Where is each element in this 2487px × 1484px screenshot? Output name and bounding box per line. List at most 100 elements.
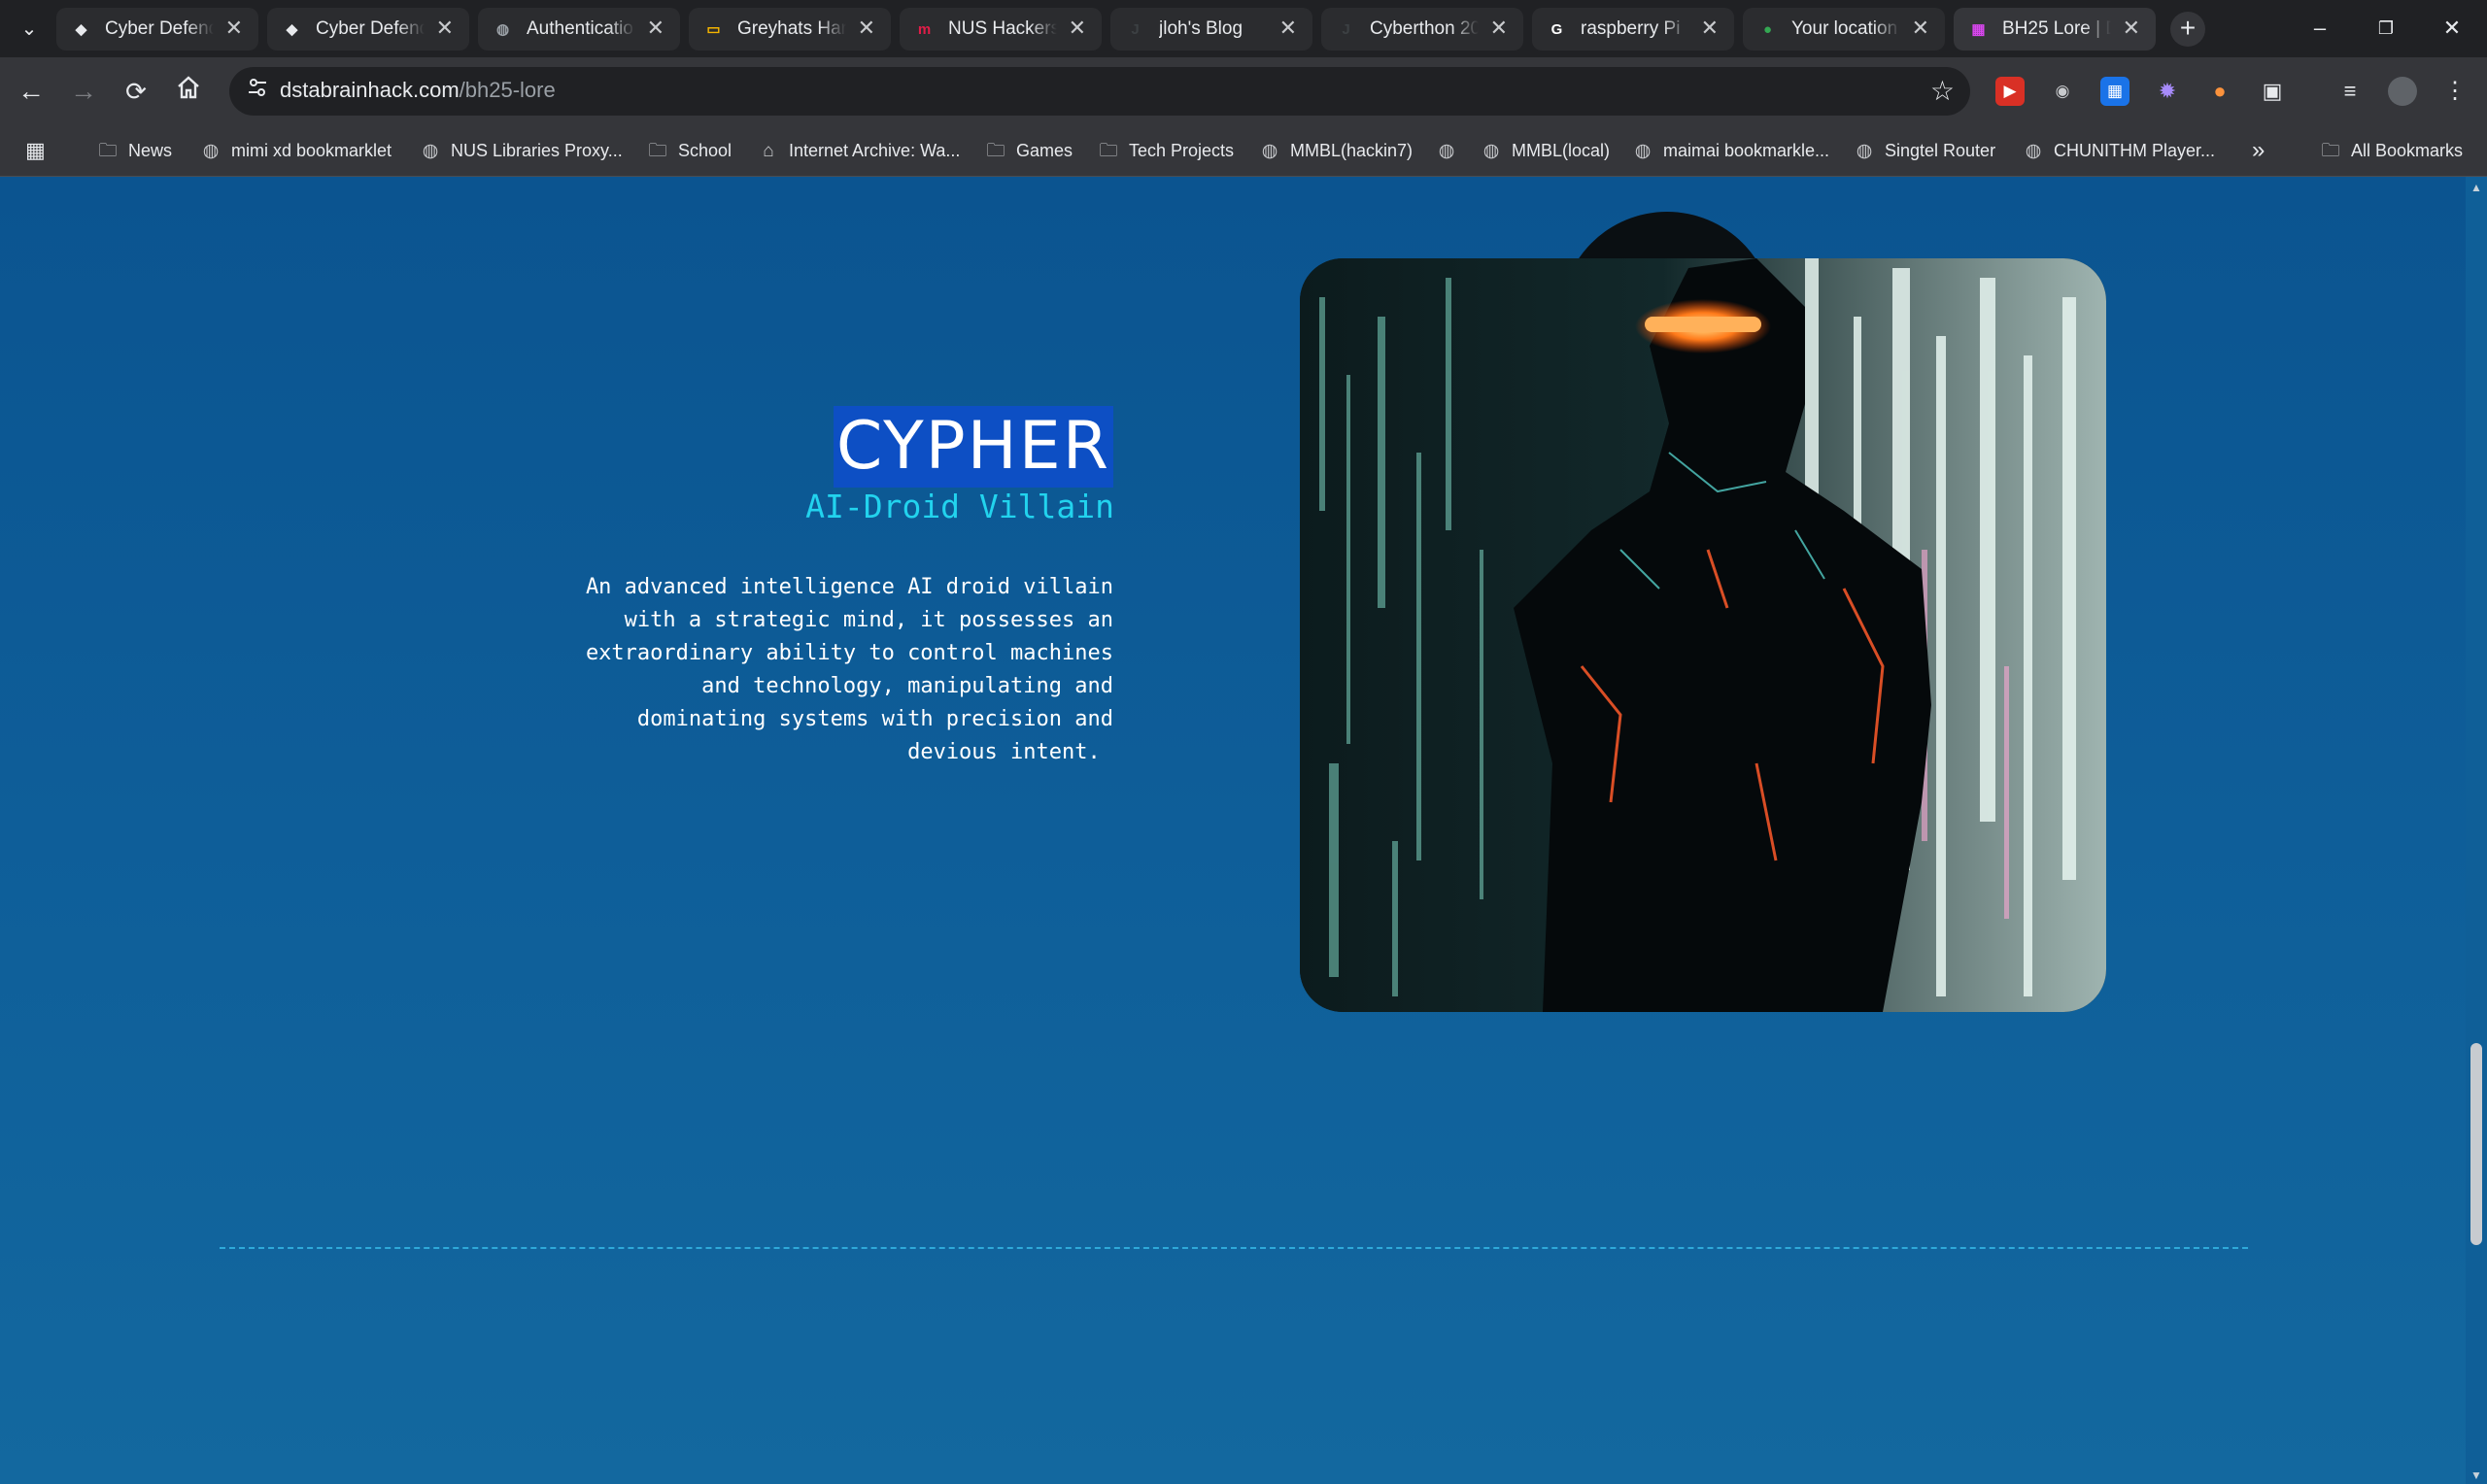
flame-extension-icon[interactable]: ● bbox=[2205, 77, 2234, 106]
description-line: An advanced intelligence AI droid villai… bbox=[585, 575, 1113, 599]
address-bar[interactable]: dstabrainhack.com/bh25-lore ☆ bbox=[229, 67, 1970, 116]
tab-5[interactable]: Jjloh's Blog ✕ bbox=[1110, 8, 1312, 51]
bookmark-item[interactable]: 🗀 Tech Projects bbox=[1098, 137, 1234, 164]
scroll-thumb[interactable] bbox=[2470, 1043, 2482, 1245]
tab-2[interactable]: ◍ Authenticatio ✕ bbox=[478, 8, 680, 51]
globe-icon: ◍ bbox=[422, 141, 439, 161]
apps-grid-icon[interactable]: ▦ bbox=[25, 137, 46, 164]
tab-close-icon[interactable]: ✕ bbox=[1279, 16, 1297, 41]
bookmark-item[interactable]: 🗀 School bbox=[647, 137, 732, 164]
camera-extension-icon[interactable]: ◉ bbox=[2048, 77, 2077, 106]
url-domain: dstabrainhack.com bbox=[280, 78, 460, 102]
tab-0[interactable]: ◆ Cyber Defend ✕ bbox=[56, 8, 258, 51]
folder-icon: 🗀 bbox=[98, 141, 118, 161]
description-line: and technology, manipulating and bbox=[701, 674, 1113, 698]
tab-8[interactable]: ● Your location ✕ bbox=[1743, 8, 1945, 51]
tab-close-icon[interactable]: ✕ bbox=[647, 16, 664, 41]
bookmark-label: mimi xd bookmarklet bbox=[231, 141, 392, 160]
description-line: dominating systems with precision and bbox=[636, 707, 1113, 731]
globe-icon: ◍ bbox=[1634, 141, 1652, 161]
tab-close-icon[interactable]: ✕ bbox=[225, 16, 243, 41]
tab-title: Your location bbox=[1791, 18, 1898, 39]
section-divider bbox=[220, 1247, 2248, 1249]
bookmark-item[interactable]: ◍ mimi xd bookmarklet bbox=[200, 137, 392, 164]
tab-title: BH25 Lore | D bbox=[2002, 18, 2111, 39]
restore-button[interactable]: ❐ bbox=[2357, 10, 2415, 47]
extensions-puzzle-icon[interactable]: ▣ bbox=[2258, 77, 2287, 106]
profile-avatar[interactable] bbox=[2388, 77, 2417, 106]
tab-7[interactable]: Graspberry Pi ✕ bbox=[1532, 8, 1734, 51]
scroll-up-arrow[interactable]: ▲ bbox=[2470, 181, 2482, 194]
bookmark-item[interactable]: ◍ NUS Libraries Proxy... bbox=[420, 137, 623, 164]
maps-icon: ● bbox=[1762, 21, 1773, 38]
google-icon: G bbox=[1550, 21, 1563, 38]
tab-9[interactable]: ▦ BH25 Lore | D ✕ bbox=[1954, 8, 2156, 51]
globe-icon: ◍ bbox=[2025, 141, 2042, 161]
tab-4[interactable]: m NUS Hackers ✕ bbox=[900, 8, 1102, 51]
folder-icon: 🗀 bbox=[1099, 141, 1118, 161]
site-info-icon[interactable] bbox=[243, 77, 272, 106]
minimize-button[interactable]: – bbox=[2291, 10, 2349, 47]
more-bookmarks-button[interactable]: » bbox=[2252, 137, 2265, 164]
youtube-extension-icon[interactable]: ▶ bbox=[1995, 77, 2025, 106]
archive-icon: ⌂ bbox=[763, 141, 774, 161]
bookmark-label: School bbox=[678, 141, 732, 160]
tab-title: NUS Hackers bbox=[948, 18, 1057, 39]
tab-3[interactable]: ▭ Greyhats Harc ✕ bbox=[689, 8, 891, 51]
bookmark-item[interactable]: ◍ bbox=[1436, 137, 1467, 164]
bookmark-item[interactable]: ◍ Singtel Router bbox=[1854, 137, 1995, 164]
tab-search-button[interactable]: ⌄ bbox=[10, 14, 49, 45]
tab-close-icon[interactable]: ✕ bbox=[1912, 16, 1929, 41]
bookmark-item[interactable]: ◍ MMBL(local) bbox=[1481, 137, 1610, 164]
tab-close-icon[interactable]: ✕ bbox=[2123, 16, 2140, 41]
bookmark-star-icon[interactable]: ☆ bbox=[1930, 75, 1955, 107]
browser-toolbar: ← → ⟳ dstabrainhack.com/bh25-lore ☆ ▶ ◉ … bbox=[0, 57, 2487, 125]
close-window-button[interactable]: ✕ bbox=[2423, 10, 2481, 47]
bookmark-label: Internet Archive: Wa... bbox=[789, 141, 961, 160]
bookmark-label: NUS Libraries Proxy... bbox=[451, 141, 623, 160]
folder-icon: 🗀 bbox=[986, 141, 1005, 161]
nus-icon: m bbox=[917, 21, 932, 38]
tab-close-icon[interactable]: ✕ bbox=[1490, 16, 1508, 41]
bookmark-label: CHUNITHM Player... bbox=[2054, 141, 2216, 160]
bh25-icon: ▦ bbox=[1971, 21, 1986, 38]
printer-extension-icon[interactable]: ▦ bbox=[2100, 77, 2129, 106]
page-scrollbar[interactable]: ▲ ▼ bbox=[2466, 177, 2487, 1484]
tab-title: raspberry Pi bbox=[1581, 18, 1681, 39]
cypher-portrait bbox=[1300, 258, 2106, 1012]
menu-kebab-icon[interactable]: ⋮ bbox=[2440, 77, 2470, 106]
folder-icon: 🗀 bbox=[2321, 141, 2340, 161]
scroll-down-arrow[interactable]: ▼ bbox=[2470, 1468, 2482, 1482]
tab-close-icon[interactable]: ✕ bbox=[1069, 16, 1086, 41]
home-button[interactable] bbox=[169, 72, 208, 111]
tab-6[interactable]: J Cyberthon 20 ✕ bbox=[1321, 8, 1523, 51]
tab-close-icon[interactable]: ✕ bbox=[1701, 16, 1719, 41]
bookmark-label: MMBL(local) bbox=[1512, 141, 1611, 160]
bookmark-label: Singtel Router bbox=[1885, 141, 1996, 160]
new-tab-button[interactable]: + bbox=[2170, 12, 2205, 47]
bookmark-item[interactable]: ⌂ Internet Archive: Wa... bbox=[758, 137, 960, 164]
shield-icon: ◆ bbox=[75, 21, 87, 38]
tab-1[interactable]: ◆ Cyber Defend ✕ bbox=[267, 8, 469, 51]
tab-close-icon[interactable]: ✕ bbox=[436, 16, 454, 41]
bookmark-item[interactable]: 🗀 News bbox=[97, 137, 172, 164]
url-text[interactable]: dstabrainhack.com/bh25-lore bbox=[280, 78, 556, 103]
tab-close-icon[interactable]: ✕ bbox=[858, 16, 875, 41]
tab-title: Cyber Defend bbox=[105, 18, 214, 39]
media-control-icon[interactable]: ≡ bbox=[2335, 77, 2365, 106]
back-button[interactable]: ← bbox=[12, 72, 51, 111]
shield-icon: ◆ bbox=[286, 21, 298, 38]
gear-extension-icon[interactable]: ✹ bbox=[2153, 77, 2182, 106]
forward-button[interactable]: → bbox=[64, 72, 103, 111]
lore-page: CYPHER AI-Droid Villain An advanced inte… bbox=[0, 177, 2466, 1484]
folder-icon: 🗀 bbox=[648, 141, 667, 161]
globe-icon: ◍ bbox=[1261, 141, 1278, 161]
globe-icon: ◍ bbox=[1856, 141, 1873, 161]
bookmark-item[interactable]: ◍ maimai bookmarkle... bbox=[1632, 137, 1829, 164]
reload-button[interactable]: ⟳ bbox=[117, 72, 155, 111]
tab-title: Greyhats Harc bbox=[737, 18, 846, 39]
bookmark-item[interactable]: 🗀 Games bbox=[985, 137, 1073, 164]
all-bookmarks-folder[interactable]: 🗀 All Bookmarks bbox=[2320, 137, 2463, 164]
bookmark-item[interactable]: ◍ CHUNITHM Player... bbox=[2023, 137, 2215, 164]
bookmark-item[interactable]: ◍ MMBL(hackin7) bbox=[1259, 137, 1413, 164]
